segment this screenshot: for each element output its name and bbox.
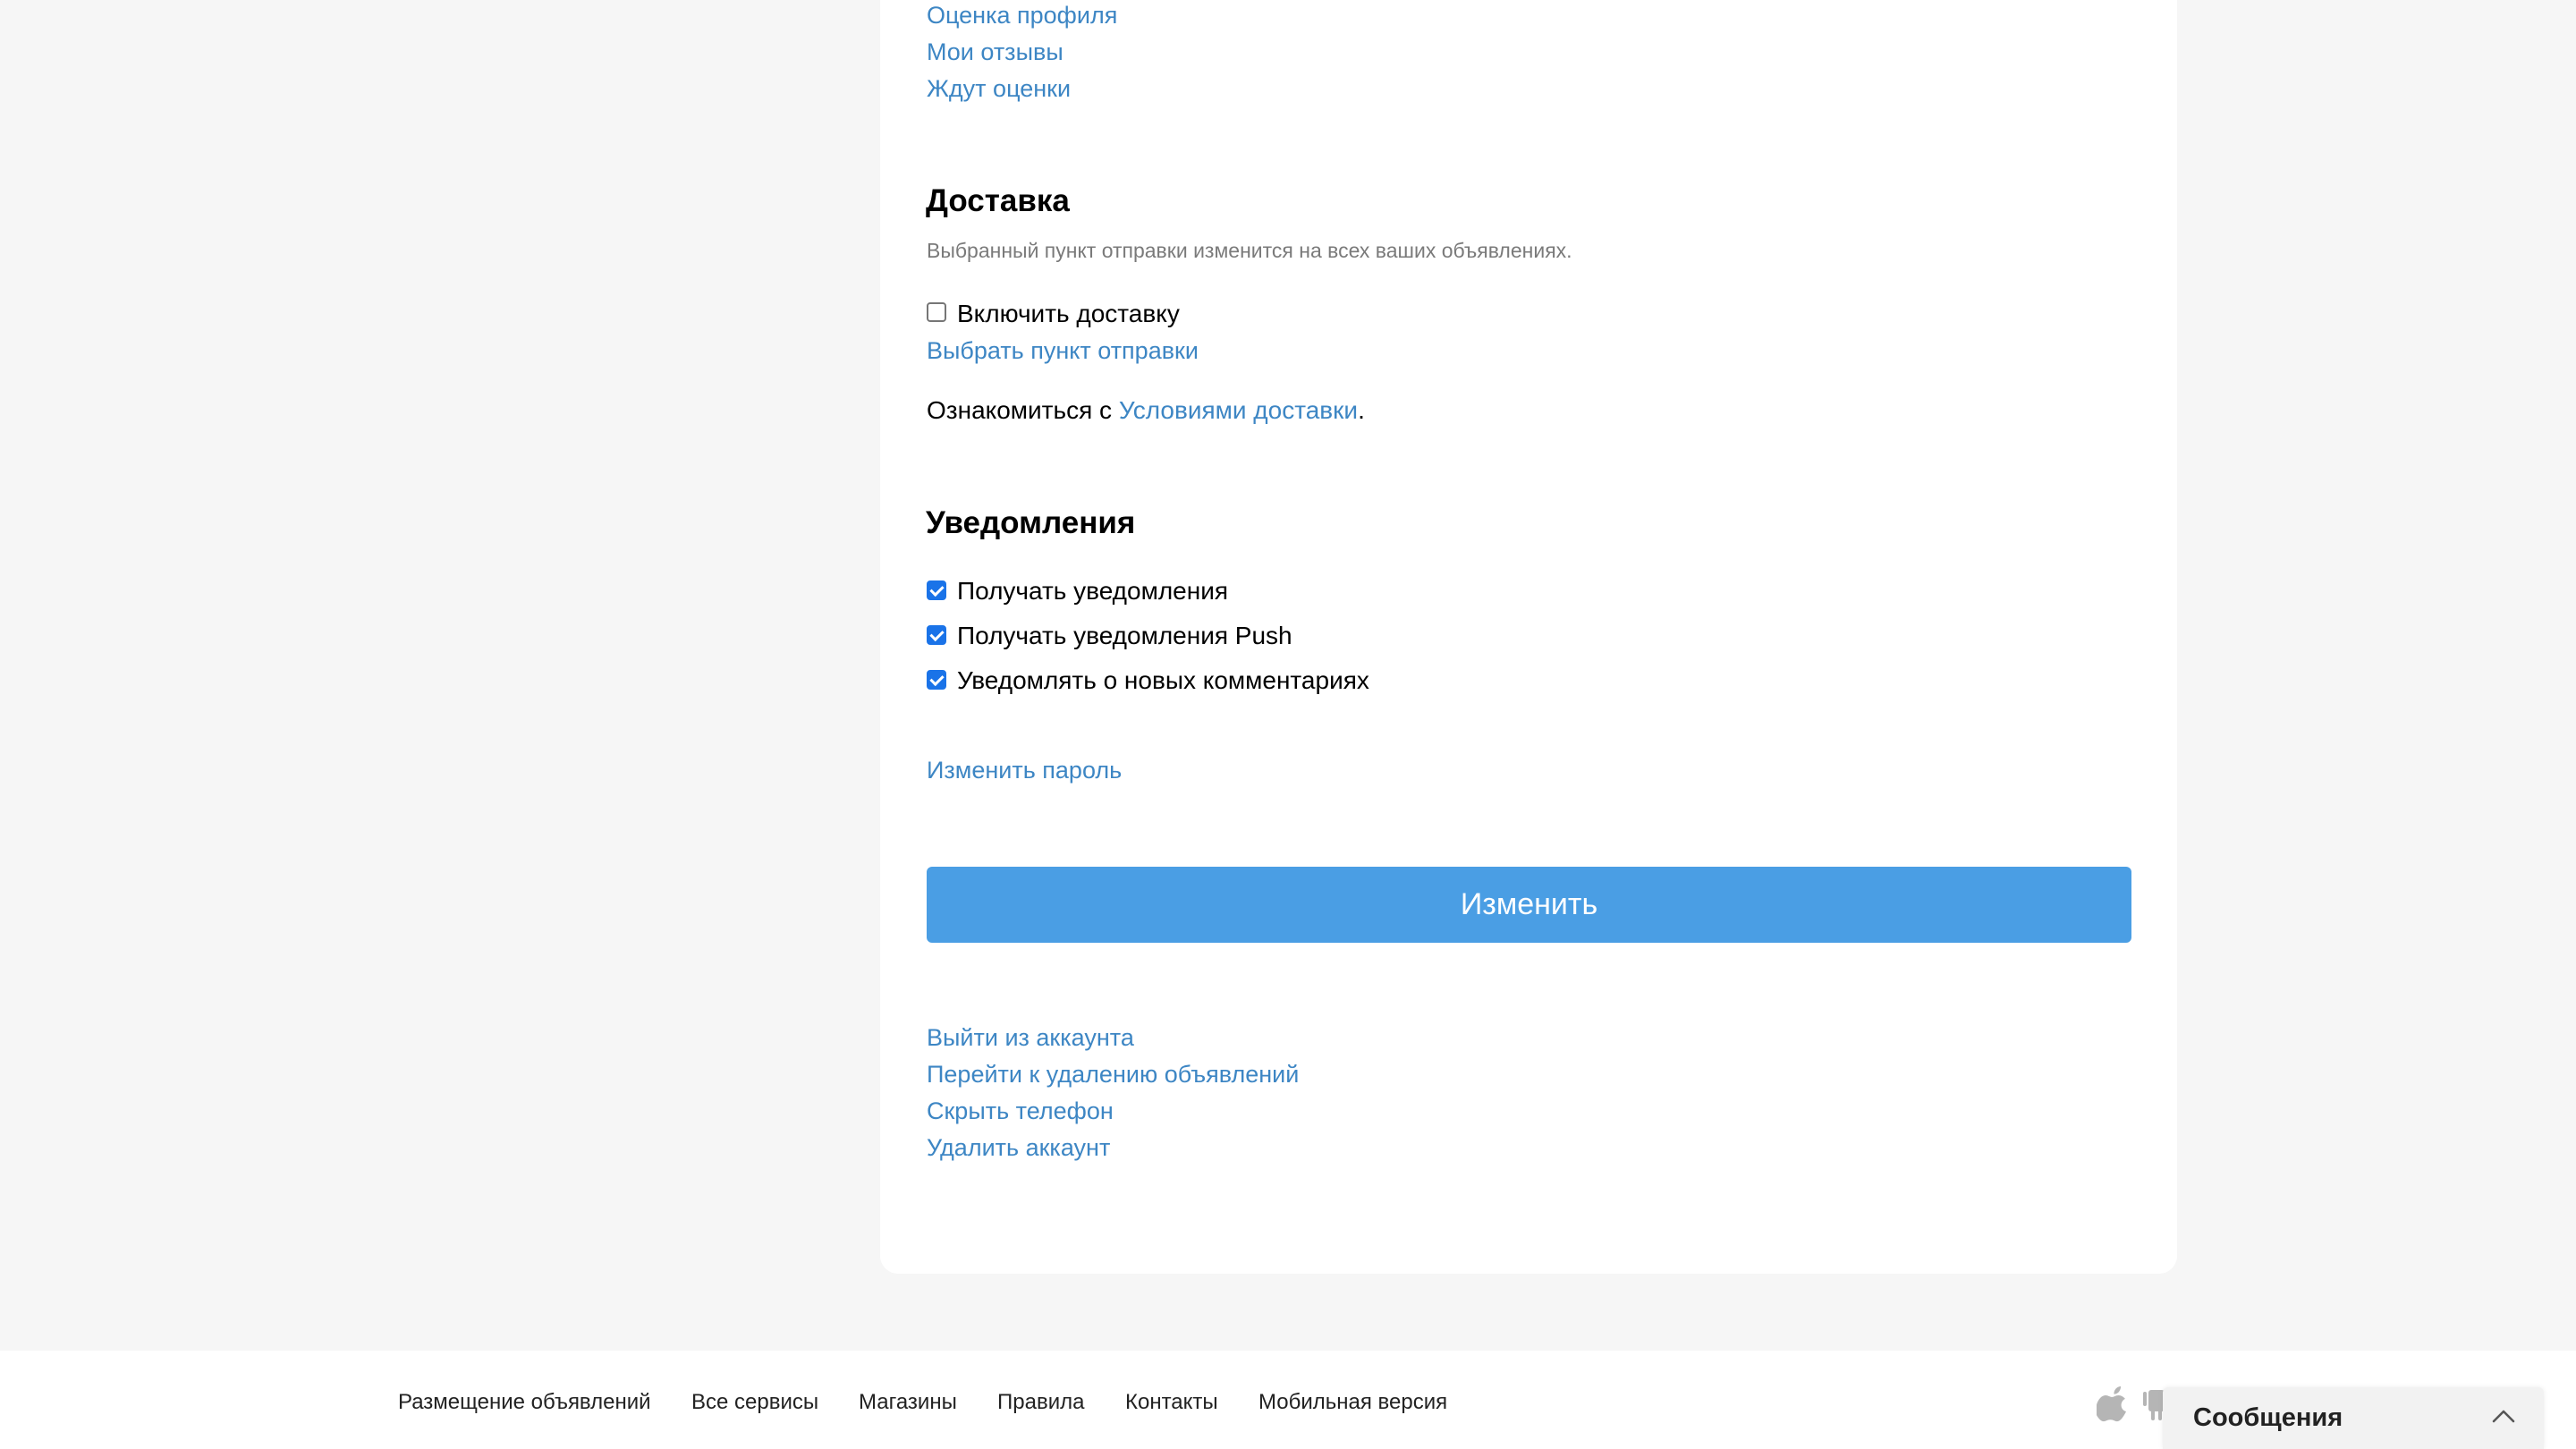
- submit-button[interactable]: Изменить: [927, 867, 2131, 943]
- profile-rating-link[interactable]: Оценка профиля: [927, 2, 1117, 30]
- comment-notifications-checkbox[interactable]: [927, 670, 946, 690]
- awaiting-rating-link[interactable]: Ждут оценки: [927, 75, 1071, 103]
- notifications-heading: Уведомления: [926, 505, 1136, 540]
- enable-delivery-checkbox[interactable]: [927, 302, 946, 322]
- messages-panel[interactable]: Сообщения: [2163, 1387, 2544, 1449]
- delete-account-link[interactable]: Удалить аккаунт: [927, 1134, 1110, 1162]
- receive-notifications-label[interactable]: Получать уведомления: [957, 577, 1228, 606]
- delete-ads-link[interactable]: Перейти к удалению объявлений: [927, 1061, 1299, 1089]
- android-icon[interactable]: [2143, 1383, 2165, 1422]
- delivery-note: Выбранный пункт отправки изменится на вс…: [927, 239, 1572, 262]
- push-notifications-label[interactable]: Получать уведомления Push: [957, 622, 1292, 650]
- footer-link-contacts[interactable]: Контакты: [1125, 1390, 1218, 1415]
- push-notifications-checkbox[interactable]: [927, 625, 946, 645]
- footer-link-all-services[interactable]: Все сервисы: [691, 1390, 818, 1415]
- enable-delivery-label[interactable]: Включить доставку: [957, 300, 1180, 328]
- footer-link-shops[interactable]: Магазины: [859, 1390, 957, 1415]
- footer-link-post-ads[interactable]: Размещение объявлений: [398, 1390, 651, 1415]
- footer-link-mobile-version[interactable]: Мобильная версия: [1258, 1390, 1447, 1415]
- delivery-terms-suffix: .: [1358, 396, 1365, 424]
- comment-notifications-label[interactable]: Уведомлять о новых комментариях: [957, 666, 1369, 695]
- hide-phone-link[interactable]: Скрыть телефон: [927, 1097, 1114, 1125]
- apple-icon[interactable]: [2096, 1383, 2132, 1422]
- footer-link-rules[interactable]: Правила: [997, 1390, 1084, 1415]
- choose-shipping-point-link[interactable]: Выбрать пункт отправки: [927, 337, 1199, 365]
- logout-link[interactable]: Выйти из аккаунта: [927, 1024, 1134, 1052]
- messages-title: Сообщения: [2193, 1403, 2343, 1432]
- delivery-terms-prefix: Ознакомиться с: [927, 396, 1119, 424]
- delivery-heading: Доставка: [926, 183, 1070, 218]
- chevron-up-icon[interactable]: [2490, 1403, 2517, 1430]
- receive-notifications-checkbox[interactable]: [927, 580, 946, 600]
- delivery-terms-link[interactable]: Условиями доставки: [1119, 396, 1358, 424]
- delivery-terms-text: Ознакомиться с Условиями доставки.: [927, 396, 1365, 425]
- my-reviews-link[interactable]: Мои отзывы: [927, 38, 1063, 66]
- change-password-link[interactable]: Изменить пароль: [927, 757, 1122, 784]
